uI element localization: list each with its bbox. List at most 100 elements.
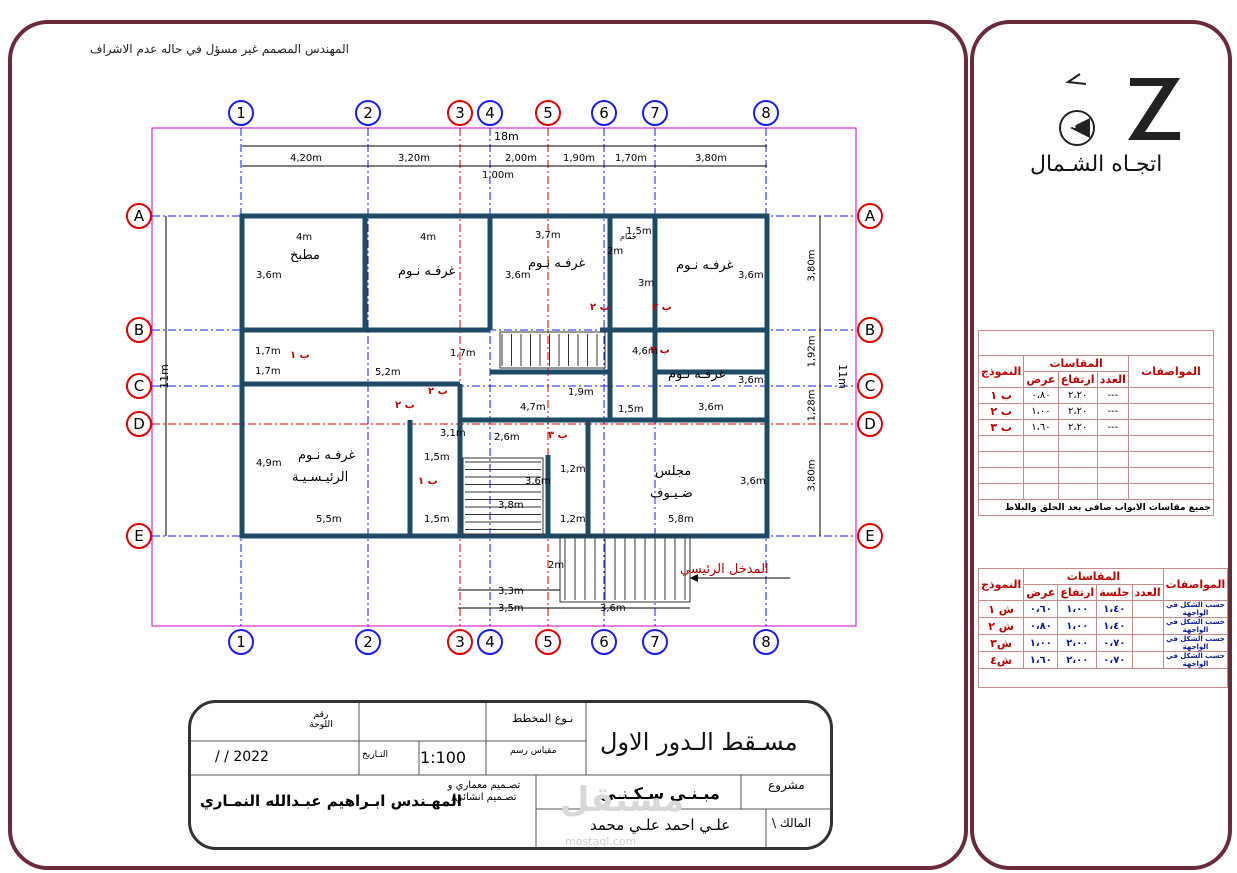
top-dim: 3,20m [398, 153, 431, 164]
room-dim: 3,7m [535, 230, 561, 241]
room-dim: 3,6m [740, 476, 766, 487]
room-dim: 1,5m [424, 514, 450, 525]
engineer-name: المهـندس ابـراهيم عبـدالله النمـاري [200, 792, 462, 810]
grid-bubble-top: 6 [591, 100, 617, 126]
north-arrow [1050, 70, 1190, 150]
owner-label: المالك \ [772, 816, 812, 830]
room-dim: 5,5m [316, 514, 342, 525]
north-arrow-icon [1059, 73, 1180, 146]
room-dim: 4,9m [256, 458, 282, 469]
room-dim: 3,8m [498, 500, 524, 511]
room-bed-2: غرفـه نـوم [528, 256, 586, 271]
room-master-1: غرفـه نـوم [298, 448, 356, 463]
room-bed-3: غرفـه نـوم [676, 258, 734, 273]
col-specs: المواصفات [1128, 355, 1214, 388]
right-dim: 3,80m [806, 249, 818, 282]
north-label: اتجـاه الشـمال [1030, 152, 1163, 177]
plan-type-label: نـوع المخطط [512, 712, 574, 725]
door-tag: ب ٢ [395, 400, 415, 411]
doors-schedule: النموذج المقاسات المواصفات عرض ارتفاع ال… [977, 330, 1214, 516]
door-tag: ب ٢ [428, 386, 448, 397]
room-dim: 1,7m [255, 366, 281, 377]
room-dim: 3,6m [505, 270, 531, 281]
grid-bubble-top: 1 [228, 100, 254, 126]
room-dim: 1,7m [255, 346, 281, 357]
door-tag: ب ٢ [652, 302, 672, 313]
room-dim: 3,1m [440, 428, 466, 439]
title-block-grid [191, 703, 830, 847]
small-dim: 1,00m [482, 170, 515, 181]
grid-bubble-right: D [857, 411, 883, 437]
room-dim: 2m [548, 560, 565, 571]
plan-title: مسـقط الـدور الاول [600, 728, 798, 756]
right-dim: 3,80m [806, 459, 818, 492]
left-total-dim: 11m [157, 364, 171, 389]
door-tag: ب ١ [290, 350, 310, 361]
door-tag: ب ٢ [650, 345, 670, 356]
grid-bubble-top: 5 [535, 100, 561, 126]
room-majlis-2: ضـيـوف [650, 486, 693, 501]
room-dim: 4m [420, 232, 437, 243]
room-dim: 2,6m [494, 432, 520, 443]
col-height: ارتفاع [1057, 371, 1098, 388]
col-count: العدد [1096, 371, 1130, 388]
room-dim: 4m [296, 232, 313, 243]
grid-bubble-left: A [126, 203, 152, 229]
table-row: ش ٢ ٠،٨٠ ١،٠٠ ١،٤٠ حسب الشكل في الواجهة [977, 617, 1229, 635]
room-bed-4: غرفـه نـوم [668, 367, 726, 382]
watermark: مستقل [560, 780, 685, 820]
right-total-dim: 11m [835, 364, 849, 389]
grid-bubble-left: C [126, 373, 152, 399]
room-majlis-1: مجلس [655, 464, 692, 479]
table-row: ب ١ ٠،٨٠ ٢،٢٠ --- [977, 387, 1214, 404]
col-width: عرض [1023, 371, 1059, 388]
room-dim: 3m [638, 278, 655, 289]
room-dim: 1,9m [568, 387, 594, 398]
right-dim: 1,28m [806, 389, 818, 422]
room-dim: 3,6m [698, 402, 724, 413]
sheet-no-label: رقم اللوحة [309, 710, 333, 730]
grid-bubble-bottom: 7 [642, 629, 668, 655]
bottom-dim-2: 3,5m [498, 603, 524, 614]
room-dim: 5,8m [668, 514, 694, 525]
room-bed-1: غرفـه نـوم [398, 264, 456, 279]
room-dim: 1,5m [626, 226, 652, 237]
grid-bubble-bottom: 5 [535, 629, 561, 655]
top-dim: 4,20m [290, 153, 323, 164]
room-dim: 1,5m [618, 404, 644, 415]
table-row: ش٤ ١،٦٠ ٢،٠٠ ٠،٧٠ حسب الشكل في الواجهة [977, 651, 1229, 669]
col-dims: المقاسات [1023, 355, 1129, 372]
grid-bubble-top: 4 [477, 100, 503, 126]
grid-bubble-right: E [857, 523, 883, 549]
door-tag: ب ٢ [590, 302, 610, 313]
bottom-dim-3: 3,6m [600, 603, 626, 614]
room-master-2: الرئيـسـيـة [292, 470, 349, 485]
project-label: مشروع [768, 778, 805, 792]
room-dim: 3,6m [256, 270, 282, 281]
top-dim: 1,70m [615, 153, 648, 164]
table-row: ب ٣ ١،٦٠ ٢،٢٠ --- [977, 419, 1214, 436]
date-value: / / 2022 [215, 749, 269, 765]
grid-bubble-top: 3 [447, 100, 473, 126]
scale-value: 1:100 [420, 748, 467, 767]
grid-bubble-top: 8 [753, 100, 779, 126]
col-model: النموذج [977, 355, 1025, 388]
room-dim: 3,6m [738, 375, 764, 386]
grid-bubble-left: D [126, 411, 152, 437]
room-dim: 1,7m [450, 348, 476, 359]
top-dim: 1,90m [563, 153, 596, 164]
windows-schedule: النموذج المقاسات المواصفات عرض ارتفاع جل… [977, 568, 1229, 688]
watermark-url: mostaql.com [565, 835, 637, 848]
doors-footer: جميع مقاسات الابواب صافى بعد الحلق والبل… [978, 499, 1214, 516]
grid-bubble-left: E [126, 523, 152, 549]
bottom-dim-1: 3,3m [498, 586, 524, 597]
room-dim: 3,6m [738, 270, 764, 281]
door-tag: ب ١ [418, 476, 438, 487]
main-entrance-label: المدخل الرئيسي [680, 562, 769, 577]
room-kitchen: مطبخ [290, 248, 320, 263]
table-row: ش٣ ١،٠٠ ٢،٠٠ ٠،٧٠ حسب الشكل في الواجهة [977, 634, 1229, 652]
grid-bubble-left: B [126, 317, 152, 343]
owner-name: علـي احمد علـي محمد [590, 816, 731, 834]
room-dim: 3,6m [525, 476, 551, 487]
north-letter: N [1068, 120, 1077, 131]
